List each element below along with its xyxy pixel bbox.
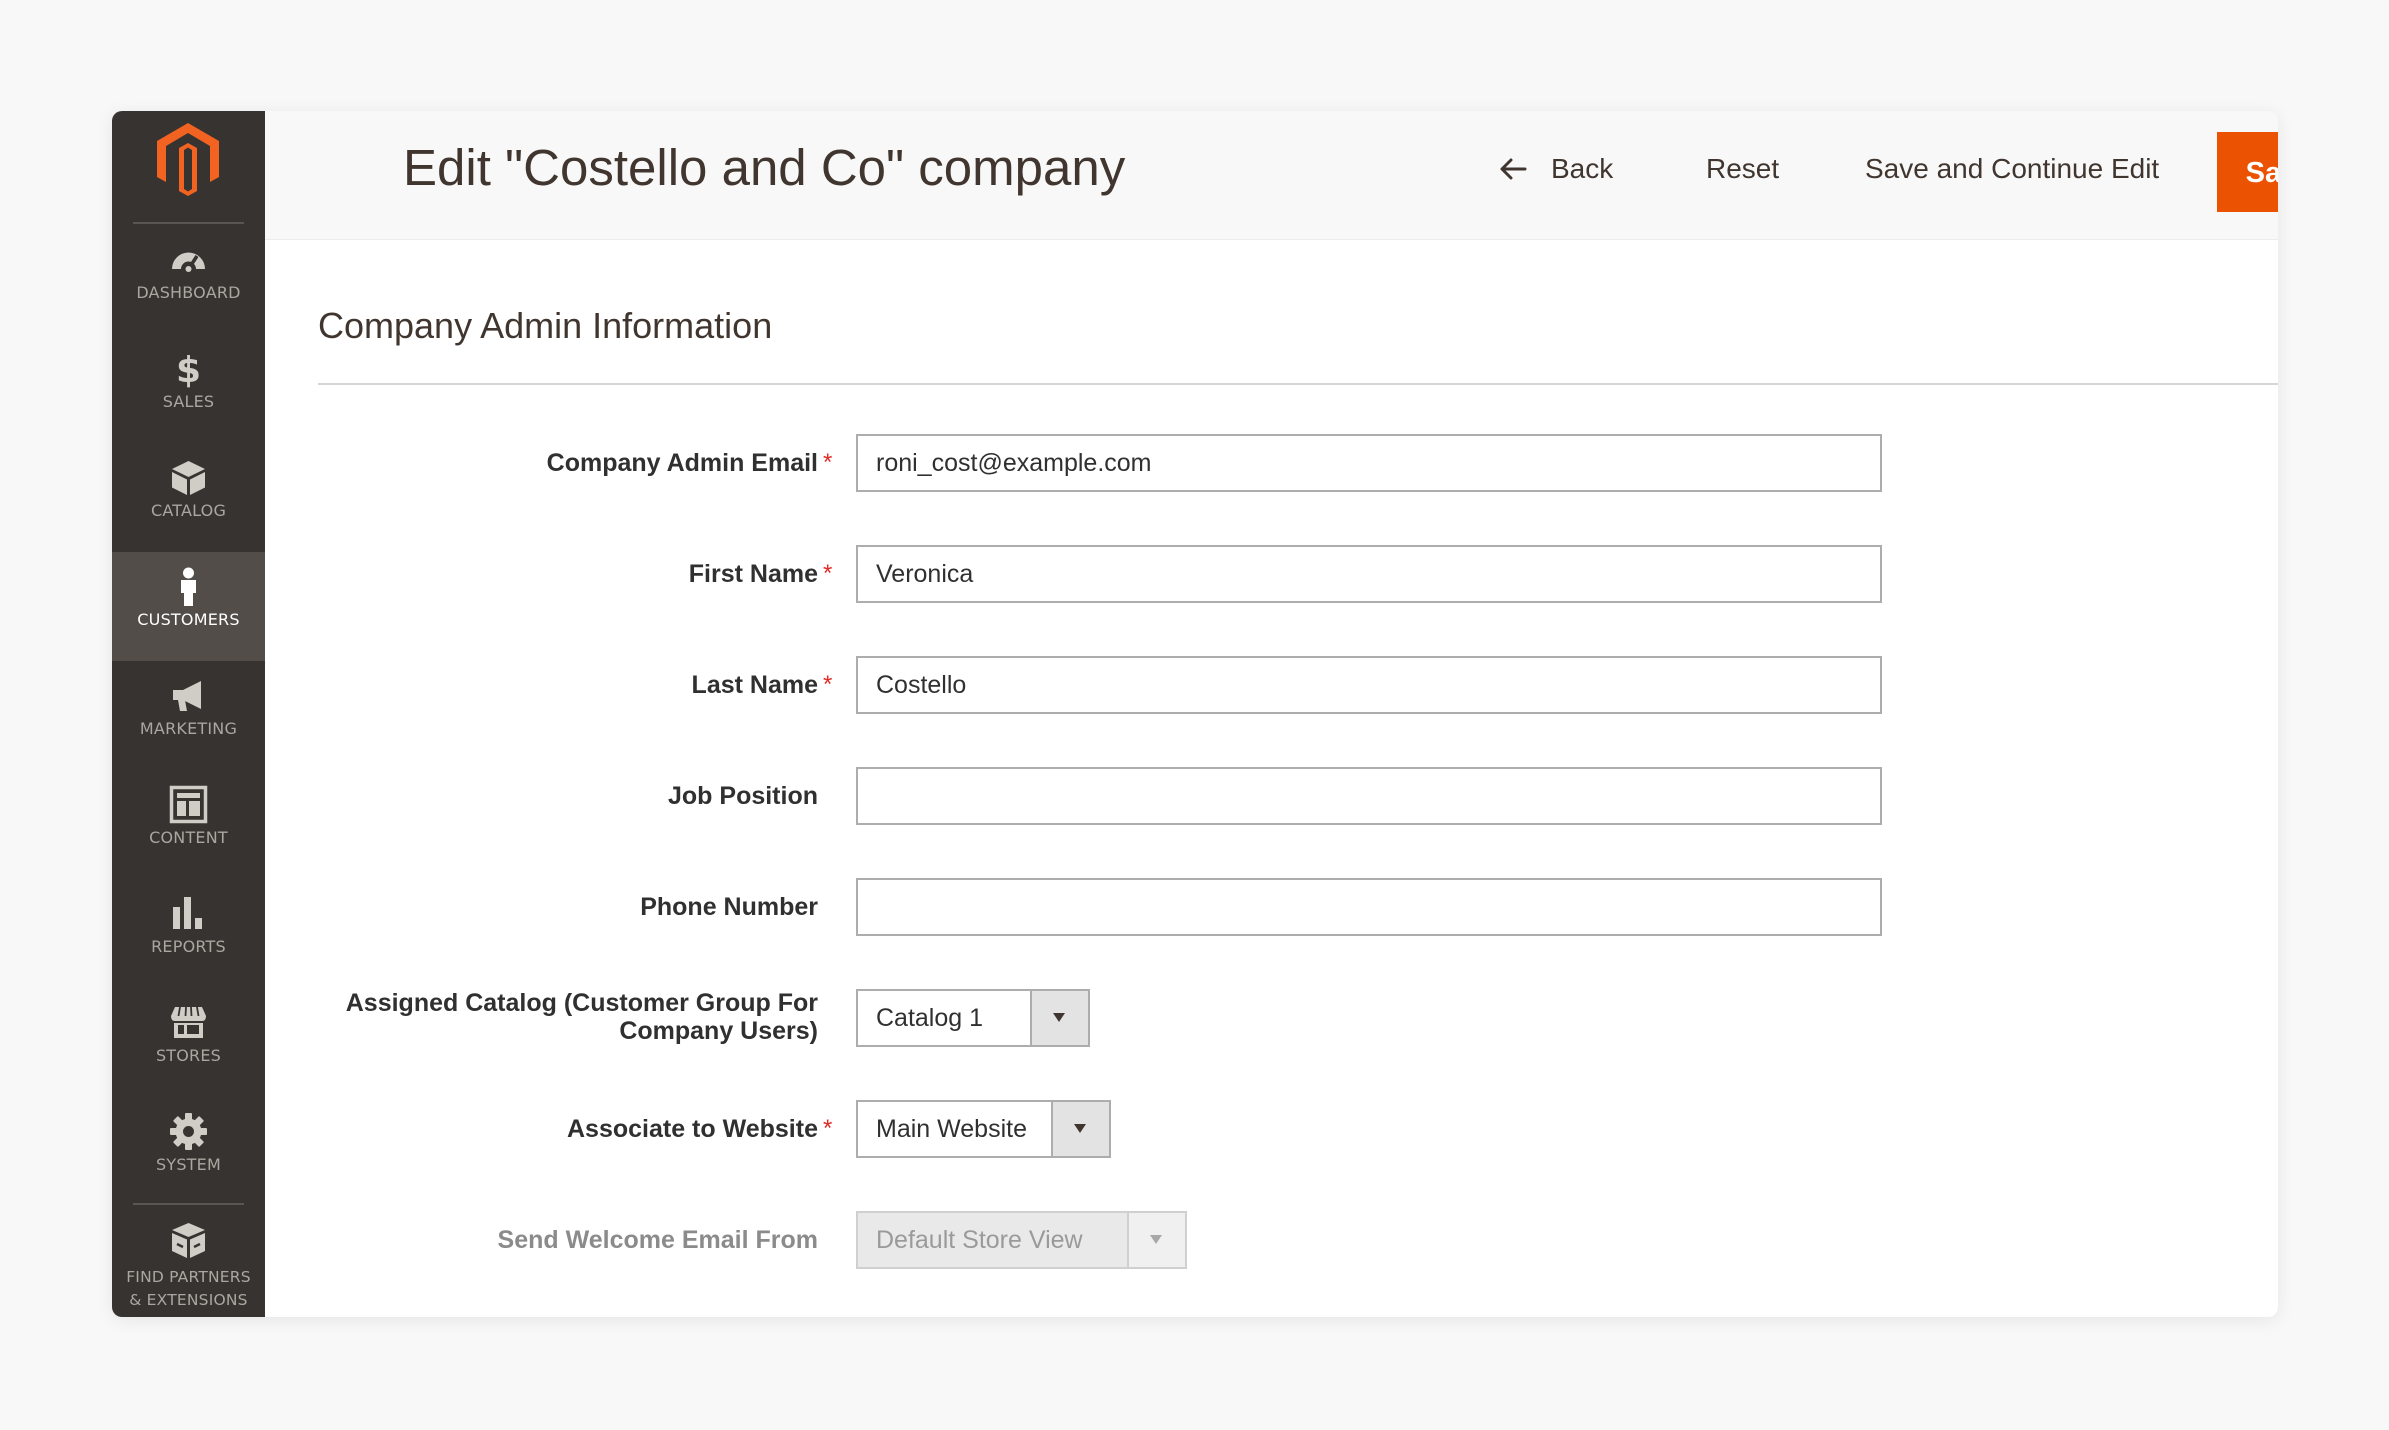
back-button[interactable]: Back [1499, 148, 1613, 190]
phone-number-label: Phone Number [640, 893, 818, 921]
reset-button[interactable]: Reset [1706, 148, 1779, 190]
assigned-catalog-value: Catalog 1 [876, 1004, 984, 1032]
website-select[interactable]: Main Website [856, 1100, 1111, 1158]
svg-text:$: $ [176, 350, 201, 389]
page-header: Edit "Costello and Co" company Back Rese… [265, 111, 2278, 240]
assigned-catalog-select[interactable]: Catalog 1 [856, 989, 1090, 1047]
job-position-label: Job Position [668, 782, 818, 810]
sidebar-label: DASHBOARD [136, 283, 241, 302]
extensions-box-icon [172, 1223, 205, 1258]
sidebar-item-marketing[interactable]: MARKETING [112, 661, 265, 770]
sidebar-label: CONTENT [149, 828, 228, 847]
job-position-input[interactable] [856, 767, 1882, 825]
sidebar-label: SALES [162, 392, 215, 411]
sidebar-label: REPORTS [151, 937, 226, 956]
back-button-label: Back [1551, 153, 1614, 184]
welcome-email-label: Send Welcome Email From [497, 1226, 818, 1254]
layout-icon [169, 785, 208, 824]
save-button[interactable]: Save [2217, 132, 2278, 212]
required-asterisk: * [823, 560, 833, 587]
admin-email-input[interactable] [856, 434, 1882, 492]
caret-down-icon [1053, 1013, 1065, 1022]
first-name-input[interactable] [856, 545, 1882, 603]
admin-window: DASHBOARD $ SALES CATALOG CUSTOMERS MARK… [112, 111, 2278, 1317]
sidebar-label: MARKETING [139, 719, 238, 738]
sidebar-item-sales[interactable]: $ SALES [112, 334, 265, 443]
first-name-label: First Name [688, 560, 818, 588]
assigned-catalog-label-line: Company Users) [619, 1017, 818, 1045]
admin-sidebar: DASHBOARD $ SALES CATALOG CUSTOMERS MARK… [112, 111, 265, 1317]
save-and-continue-button[interactable]: Save and Continue Edit [1865, 148, 2159, 190]
website-label: Associate to Website [566, 1115, 818, 1143]
sidebar-label: FIND PARTNERS & EXTENSIONS [112, 1266, 265, 1312]
box-icon [172, 461, 205, 495]
sidebar-item-stores[interactable]: STORES [112, 988, 265, 1097]
assigned-catalog-label: Assigned Catalog (Customer Group For Com… [346, 989, 818, 1045]
sidebar-divider [133, 1203, 244, 1205]
website-value: Main Website [876, 1115, 1027, 1143]
bar-chart-icon [173, 897, 202, 929]
sidebar-item-customers[interactable]: CUSTOMERS [112, 552, 265, 661]
phone-number-input[interactable] [856, 878, 1882, 936]
page-title: Edit "Costello and Co" company [403, 139, 1126, 196]
sidebar-divider [133, 222, 244, 224]
sidebar-label: SYSTEM [156, 1155, 221, 1174]
arrow-left-icon [1500, 158, 1527, 180]
megaphone-icon [173, 681, 201, 711]
dropdown-arrow[interactable] [1051, 1102, 1109, 1156]
storefront-icon [171, 1006, 206, 1038]
sidebar-label-line: & EXTENSIONS [129, 1291, 248, 1309]
sidebar-item-dashboard[interactable]: DASHBOARD [112, 225, 265, 334]
section-title: Company Admin Information [318, 305, 773, 346]
last-name-input[interactable] [856, 656, 1882, 714]
dropdown-arrow [1127, 1213, 1185, 1267]
welcome-email-value: Default Store View [876, 1226, 1083, 1254]
welcome-email-select: Default Store View [856, 1211, 1187, 1269]
required-asterisk: * [823, 1115, 833, 1142]
sidebar-item-content[interactable]: CONTENT [112, 770, 265, 879]
sidebar-item-find-partners[interactable]: FIND PARTNERS & EXTENSIONS [112, 1206, 265, 1317]
required-asterisk: * [823, 671, 833, 698]
assigned-catalog-label-line: Assigned Catalog (Customer Group For [345, 989, 818, 1017]
admin-email-label: Company Admin Email [546, 449, 818, 477]
sidebar-label-line: FIND PARTNERS [126, 1268, 251, 1286]
sidebar-label: STORES [155, 1046, 222, 1065]
sidebar-item-system[interactable]: SYSTEM [112, 1097, 265, 1206]
dashboard-icon [172, 252, 205, 272]
sidebar-label: CUSTOMERS [137, 610, 240, 629]
dollar-icon: $ [176, 350, 201, 389]
magento-logo-icon[interactable] [147, 117, 229, 199]
sidebar-label: CATALOG [150, 501, 227, 520]
sidebar-item-reports[interactable]: REPORTS [112, 879, 265, 988]
section-divider [318, 383, 2278, 385]
sidebar-item-catalog[interactable]: CATALOG [112, 443, 265, 552]
last-name-label: Last Name [691, 671, 818, 699]
caret-down-icon [1074, 1124, 1086, 1133]
dropdown-arrow[interactable] [1030, 991, 1088, 1045]
required-asterisk: * [823, 449, 833, 476]
person-icon [181, 567, 196, 606]
caret-down-icon [1150, 1235, 1162, 1244]
gear-icon [170, 1113, 207, 1150]
